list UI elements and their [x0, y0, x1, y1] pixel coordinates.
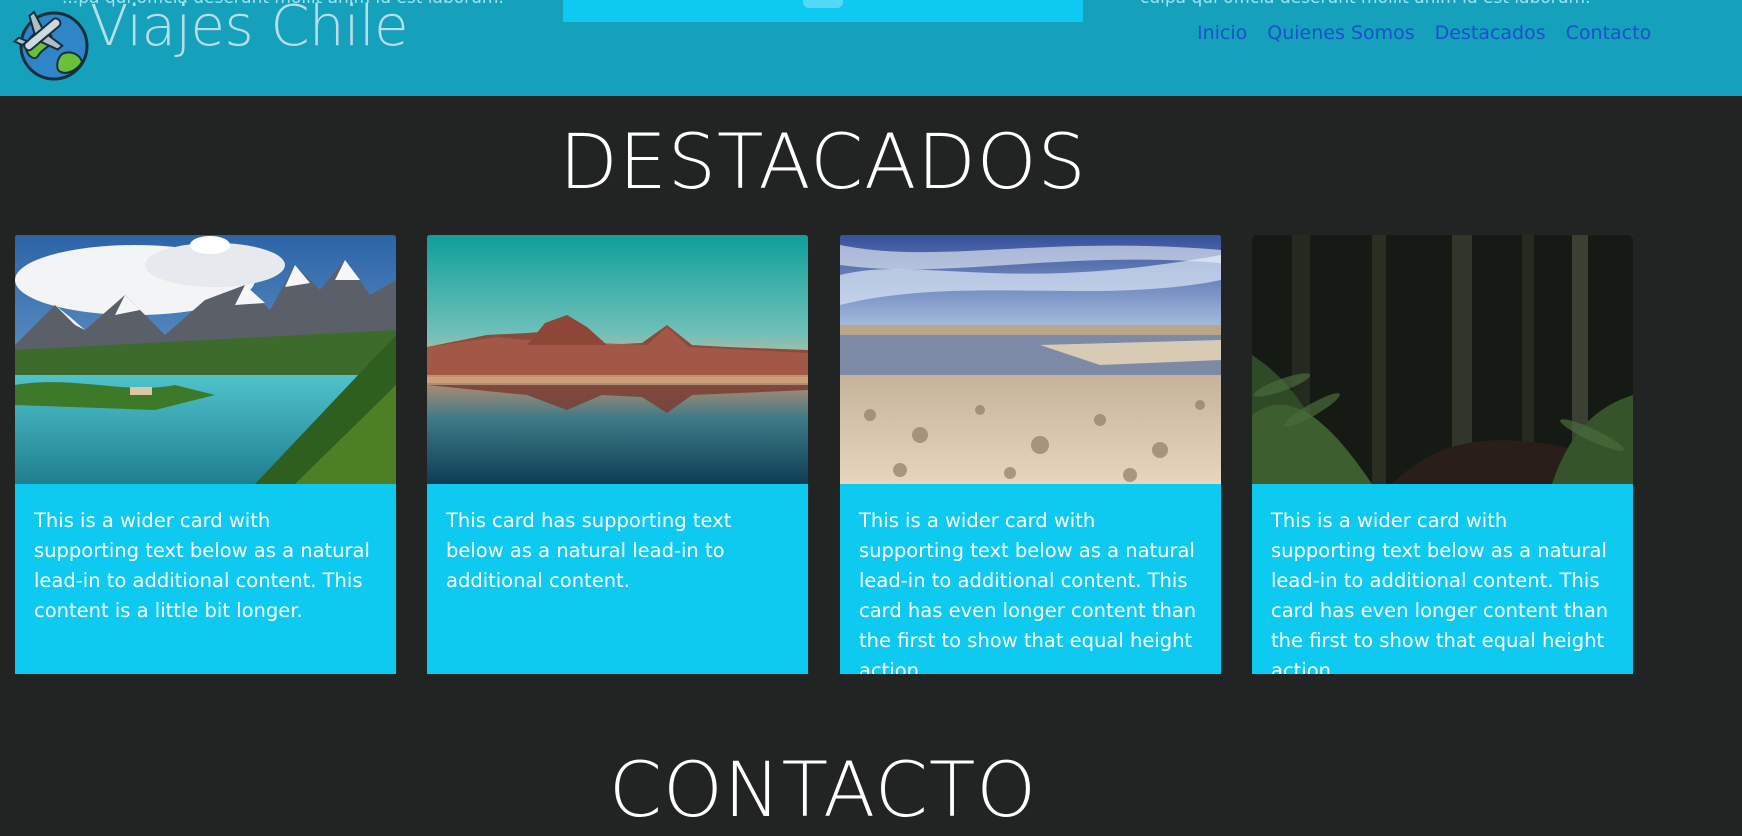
site-header: ...pa qui officia deserunt mollit anim i… [0, 0, 1742, 96]
nav-link-destacados[interactable]: Destacados [1435, 22, 1546, 44]
card-text-2: This card has supporting text below as a… [446, 509, 732, 592]
card-torres-del-paine: This is a wider card with supporting tex… [15, 235, 396, 674]
header-clipped-text-right: culpa qui officia deserunt mollit anim i… [1140, 0, 1591, 8]
card-salt-flat: This is a wider card with supporting tex… [840, 235, 1221, 674]
card-image-mountain-lake [15, 235, 396, 484]
globe-airplane-icon[interactable] [12, 4, 90, 82]
card-text-4: This is a wider card with supporting tex… [1271, 509, 1609, 674]
nav-link-quienes-somos[interactable]: Quienes Somos [1267, 22, 1414, 44]
card-image-forest-path [1252, 235, 1633, 484]
nav-link-inicio[interactable]: Inicio [1197, 22, 1247, 44]
contacto-heading: CONTACTO [608, 745, 1038, 834]
card-image-volcano-reflection [427, 235, 808, 484]
nav-link-contacto[interactable]: Contacto [1566, 22, 1652, 44]
card-text-1: This is a wider card with supporting tex… [34, 509, 370, 622]
brand-name[interactable]: Viajes Chile [90, 0, 409, 59]
main-nav: Inicio Quienes Somos Destacados Contacto [1197, 22, 1651, 44]
card-forest: This is a wider card with supporting tex… [1252, 235, 1633, 674]
card-image-salt-flat [840, 235, 1221, 484]
card-volcano-reflection: This card has supporting text below as a… [427, 235, 808, 674]
destacados-heading: DESTACADOS [559, 117, 1087, 206]
panel-handle[interactable] [803, 0, 843, 8]
card-text-3: This is a wider card with supporting tex… [859, 509, 1197, 674]
header-panel [563, 0, 1083, 22]
